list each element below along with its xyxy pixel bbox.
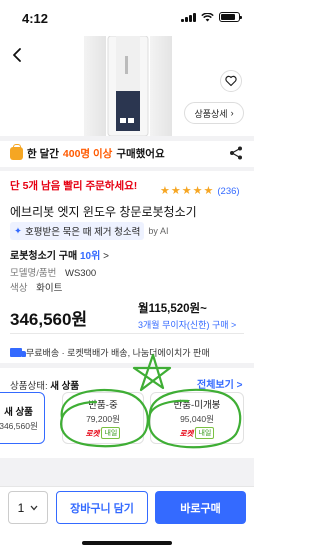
star-icon: ★ [181, 185, 192, 197]
option-card-new[interactable]: 새 상품 346,560원 [0, 392, 45, 444]
product-hero: 상품상세 › [0, 36, 254, 136]
ai-summary-text: 호평받은 묵은 때 제거 청소력 [24, 227, 141, 238]
chevron-right-icon: › [230, 108, 234, 118]
stock-urgency-text: 단 5개 남음 빨리 주문하세요! [10, 180, 138, 192]
delivery-day-tag: 내일 [101, 427, 121, 439]
see-all-link[interactable]: 전체보기 > [197, 376, 242, 391]
wishlist-heart-button[interactable] [220, 70, 242, 92]
installment-link[interactable]: 3개월 무이자(신한) 구매 > [138, 318, 236, 331]
banner-count: 400명 이상 [62, 147, 113, 160]
shopping-bag-icon [10, 143, 23, 160]
battery-icon [219, 12, 242, 22]
category-rank-link[interactable]: 로봇청소기 구매 10위 > [10, 247, 109, 262]
rank-label: 로봇청소기 구매 [10, 251, 78, 262]
bottom-action-bar: 1 장바구니 담기 바로구매 [0, 486, 254, 550]
sparkle-icon: ✦ [14, 225, 22, 237]
heart-icon [225, 75, 237, 87]
wifi-icon [201, 12, 214, 21]
shipping-info: 무료배송 · 로켓택배가 배송, 나눔더에이치가 판매 [10, 346, 250, 359]
review-count[interactable]: (236) [217, 186, 239, 197]
section-divider [0, 136, 254, 141]
chevron-down-icon [30, 505, 38, 510]
option-price: 95,040원 [180, 414, 214, 424]
option-card-returned-used[interactable]: 반품-중 79,200원 로켓 내일 [62, 392, 144, 444]
star-icon: ★ [170, 185, 181, 197]
star-icon: ★ [192, 185, 203, 197]
condition-value: 새 상품 [50, 381, 80, 392]
back-arrow-icon[interactable] [11, 48, 25, 62]
option-price: 79,200원 [86, 414, 120, 424]
star-icon: ★ [203, 185, 214, 197]
purchase-count-banner: 한 달간 400명 이상 구매했어요 [10, 143, 244, 163]
product-detail-label: 상품상세 [194, 108, 228, 119]
section-divider [0, 363, 254, 368]
option-price: 346,560원 [0, 421, 38, 431]
truck-icon [10, 348, 26, 357]
banner-suffix: 구매했어요 [116, 147, 165, 160]
option-title: 새 상품 [4, 407, 33, 418]
product-title: 에브리봇 엣지 윈도우 창문로봇청소기 [10, 205, 197, 219]
condition-label: 상품상태: [10, 381, 48, 392]
ai-attribution: by AI [148, 226, 168, 236]
home-indicator [82, 541, 172, 545]
condition-options: 새 상품 346,560원 반품-중 79,200원 로켓 내일 반품-미개봉 … [0, 392, 254, 444]
rocket-label: 로켓 [179, 428, 194, 438]
rating-stars[interactable]: ★ ★ ★ ★ ★ (236) [160, 185, 240, 198]
delivery-day-tag: 내일 [195, 427, 215, 439]
share-icon[interactable] [229, 146, 243, 160]
quantity-value: 1 [17, 500, 25, 515]
ai-summary-chip[interactable]: ✦ 호평받은 묵은 때 제거 청소력 [10, 222, 145, 240]
monthly-price: 월115,520원~ [138, 303, 207, 315]
section-divider [0, 167, 254, 171]
banner-prefix: 한 달간 [27, 147, 59, 160]
shipping-text: 무료배송 · 로켓택배가 배송, 나눔더에이치가 판매 [26, 348, 210, 358]
add-to-cart-button[interactable]: 장바구니 담기 [56, 491, 148, 524]
spec-color-row: 색상 화이트 [10, 280, 62, 294]
star-icon: ★ [160, 185, 170, 197]
rocket-delivery-badge: 로켓 내일 [180, 427, 215, 439]
buy-now-button[interactable]: 바로구매 [155, 491, 246, 524]
product-detail-button[interactable]: 상품상세 › [184, 102, 244, 124]
spec-color-value: 화이트 [36, 283, 63, 294]
spec-color-key: 색상 [10, 283, 28, 294]
status-bar: 4:12 [0, 0, 254, 36]
option-card-returned-unopened[interactable]: 반품-미개봉 95,040원 로켓 내일 [150, 392, 244, 444]
sale-price: 346,560원 [10, 310, 88, 329]
product-image[interactable] [78, 36, 178, 136]
spec-model-row: 모델명/품번 WS300 [10, 265, 96, 279]
condition-row: 상품상태: 새 상품 [10, 378, 79, 392]
ai-attribution-label: AI [159, 226, 169, 236]
rocket-label: 로켓 [85, 428, 100, 438]
spec-model-key: 모델명/품번 [10, 268, 57, 279]
status-icons [181, 12, 242, 22]
ai-summary-row: ✦ 호평받은 묵은 때 제거 청소력 by AI [10, 222, 168, 240]
rank-number: 10위 [79, 251, 101, 262]
ai-attribution-prefix: by [148, 226, 158, 236]
spec-model-value: WS300 [64, 268, 97, 279]
section-divider [0, 458, 254, 486]
signal-icon [181, 12, 196, 22]
status-time: 4:12 [22, 11, 49, 26]
chevron-right-icon: > [103, 251, 109, 262]
rocket-delivery-badge: 로켓 내일 [86, 427, 121, 439]
option-title: 반품-미개봉 [173, 400, 221, 411]
option-title: 반품-중 [88, 400, 118, 411]
price-divider [10, 333, 244, 334]
quantity-select[interactable]: 1 [8, 491, 48, 524]
